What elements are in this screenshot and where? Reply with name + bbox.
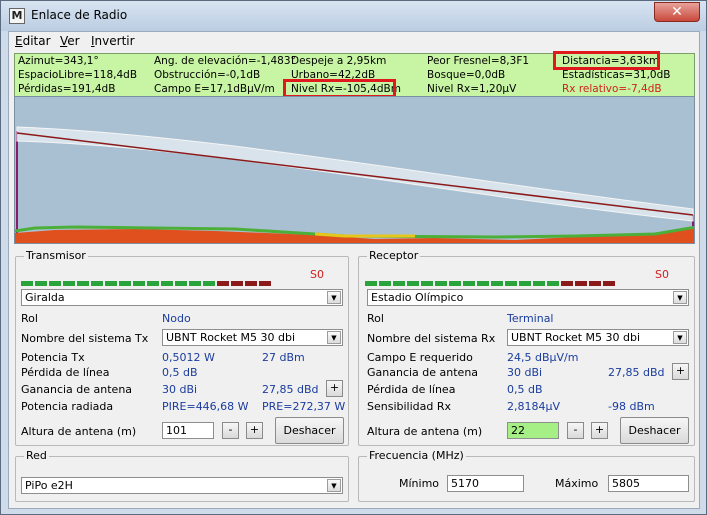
menu-editar[interactable]: Editar bbox=[15, 34, 51, 48]
tx-gain-dbd: 27,85 dBd bbox=[262, 383, 319, 396]
clearance-text: Despeje a 2,95km bbox=[291, 55, 387, 67]
transmitter-group: Transmisor S0 Giralda ▼ Rol Nodo Nombre d… bbox=[15, 249, 349, 446]
rx-line-loss-label: Pérdida de línea bbox=[367, 383, 456, 396]
tx-pire-value: PIRE=446,68 W bbox=[162, 400, 249, 413]
link-info-panel: Azimut=343,1° Ang. de elevación=-1,483° … bbox=[14, 51, 695, 98]
network-group: Red PiPo e2H ▼ bbox=[15, 449, 349, 502]
frequency-max-label: Máximo bbox=[555, 477, 599, 490]
rx-signal-meter bbox=[365, 271, 617, 286]
tx-system-select[interactable]: UBNT Rocket M5 30 dbi ▼ bbox=[162, 329, 343, 346]
rx-rol-label: Rol bbox=[367, 312, 384, 325]
statistics-text: Estadísticas=31,0dB bbox=[562, 69, 671, 81]
distance-highlight bbox=[553, 51, 660, 70]
frequency-min-label: Mínimo bbox=[399, 477, 440, 490]
rx-height-label: Altura de antena (m) bbox=[367, 425, 483, 438]
rx-system-select[interactable]: UBNT Rocket M5 30 dbi ▼ bbox=[507, 329, 689, 346]
line-of-sight bbox=[16, 132, 694, 216]
receiver-group: Receptor S0 Estadio Olímpico ▼ Rol Termin… bbox=[358, 249, 695, 446]
rx-undo-button[interactable]: Deshacer bbox=[620, 417, 689, 444]
chevron-down-icon: ▼ bbox=[327, 291, 341, 304]
rx-system-label: Nombre del sistema Rx bbox=[367, 332, 496, 345]
window-title: Enlace de Radio bbox=[31, 8, 128, 22]
rx-gain-label: Ganancia de antena bbox=[367, 366, 479, 379]
rx-field-value: 24,5 dBµV/m bbox=[507, 351, 579, 364]
tx-rol-value: Nodo bbox=[162, 312, 191, 325]
radio-link-window: M Enlace de Radio ✕ Editar Ver Invertir … bbox=[0, 0, 707, 515]
tx-height-plus-button[interactable]: + bbox=[246, 422, 263, 439]
close-button[interactable]: ✕ bbox=[654, 2, 700, 22]
chevron-down-icon: ▼ bbox=[673, 291, 687, 304]
frequency-group: Frecuencia (MHz) Mínimo 5170 Máximo 5805 bbox=[358, 449, 695, 502]
losses-text: Pérdidas=191,4dB bbox=[18, 83, 116, 95]
chevron-down-icon: ▼ bbox=[327, 479, 341, 492]
network-group-label: Red bbox=[24, 449, 49, 462]
menu-ver[interactable]: Ver bbox=[60, 34, 80, 48]
tx-line-loss-label: Pérdida de línea bbox=[21, 366, 110, 379]
frequency-max-input[interactable]: 5805 bbox=[608, 475, 689, 492]
tx-gain-dbi: 30 dBi bbox=[162, 383, 198, 396]
worst-fresnel-text: Peor Fresnel=8,3F1 bbox=[427, 55, 530, 67]
tx-height-input[interactable]: 101 bbox=[162, 422, 214, 439]
menu-invertir[interactable]: Invertir bbox=[91, 34, 135, 48]
menu-bar: Editar Ver Invertir bbox=[9, 32, 699, 50]
rx-rol-value: Terminal bbox=[507, 312, 554, 325]
rx-gain-plus-button[interactable]: + bbox=[672, 363, 689, 380]
chevron-down-icon: ▼ bbox=[327, 331, 341, 344]
rx-sensitivity-label: Sensibilidad Rx bbox=[367, 400, 452, 413]
rx-line-loss-value: 0,5 dB bbox=[507, 383, 543, 396]
urban-line bbox=[314, 232, 415, 238]
tx-power-watts: 0,5012 W bbox=[162, 351, 215, 364]
rx-sensitivity-dbm: -98 dBm bbox=[608, 400, 655, 413]
tx-gain-plus-button[interactable]: + bbox=[326, 380, 343, 397]
rx-level-uv-text: Nivel Rx=1,20µV bbox=[427, 83, 517, 95]
network-select[interactable]: PiPo e2H ▼ bbox=[21, 477, 343, 494]
tx-power-label: Potencia Tx bbox=[21, 351, 85, 364]
terrain-profile bbox=[14, 96, 695, 244]
transmitter-group-label: Transmisor bbox=[24, 249, 88, 262]
rx-site-select[interactable]: Estadio Olímpico ▼ bbox=[367, 289, 689, 306]
frequency-group-label: Frecuencia (MHz) bbox=[367, 449, 466, 462]
rx-gain-dbi: 30 dBi bbox=[507, 366, 543, 379]
rx-field-label: Campo E requerido bbox=[367, 351, 473, 364]
app-icon: M bbox=[9, 8, 25, 24]
receiver-group-label: Receptor bbox=[367, 249, 421, 262]
frequency-min-input[interactable]: 5170 bbox=[447, 475, 524, 492]
tx-power-dbm: 27 dBm bbox=[262, 351, 305, 364]
tx-radiated-label: Potencia radiada bbox=[21, 400, 114, 413]
elevation-angle-text: Ang. de elevación=-1,483° bbox=[154, 55, 296, 67]
client-area: Editar Ver Invertir Azimut=343,1° Ang. d… bbox=[8, 31, 700, 509]
tx-line-loss-value: 0,5 dB bbox=[162, 366, 198, 379]
rx-height-plus-button[interactable]: + bbox=[591, 422, 608, 439]
tx-rol-label: Rol bbox=[21, 312, 38, 325]
tx-signal-label: S0 bbox=[310, 268, 324, 281]
profile-chart bbox=[15, 126, 694, 243]
tx-height-label: Altura de antena (m) bbox=[21, 425, 137, 438]
obstruction-text: Obstrucción=-0,1dB bbox=[154, 69, 261, 81]
rx-relative-text: Rx relativo=-7,4dB bbox=[562, 83, 662, 95]
tx-pre-value: PRE=272,37 W bbox=[262, 400, 346, 413]
tx-site-select[interactable]: Giralda ▼ bbox=[21, 289, 343, 306]
rx-height-minus-button[interactable]: - bbox=[567, 422, 584, 439]
tx-undo-button[interactable]: Deshacer bbox=[275, 417, 344, 444]
azimuth-text: Azimut=343,1° bbox=[18, 55, 99, 67]
e-field-text: Campo E=17,1dBµV/m bbox=[154, 83, 275, 95]
title-bar[interactable]: M Enlace de Radio ✕ bbox=[1, 1, 706, 31]
tx-signal-meter bbox=[21, 271, 273, 286]
forest-text: Bosque=0,0dB bbox=[427, 69, 506, 81]
rx-signal-label: S0 bbox=[655, 268, 669, 281]
rx-gain-dbd: 27,85 dBd bbox=[608, 366, 665, 379]
chevron-down-icon: ▼ bbox=[673, 331, 687, 344]
rx-sensitivity-uv: 2,8184µV bbox=[507, 400, 561, 413]
tx-gain-label: Ganancia de antena bbox=[21, 383, 133, 396]
free-space-text: EspacioLibre=118,4dB bbox=[18, 69, 138, 81]
tx-system-label: Nombre del sistema Tx bbox=[21, 332, 149, 345]
tx-height-minus-button[interactable]: - bbox=[222, 422, 239, 439]
rx-height-input[interactable]: 22 bbox=[507, 422, 559, 439]
